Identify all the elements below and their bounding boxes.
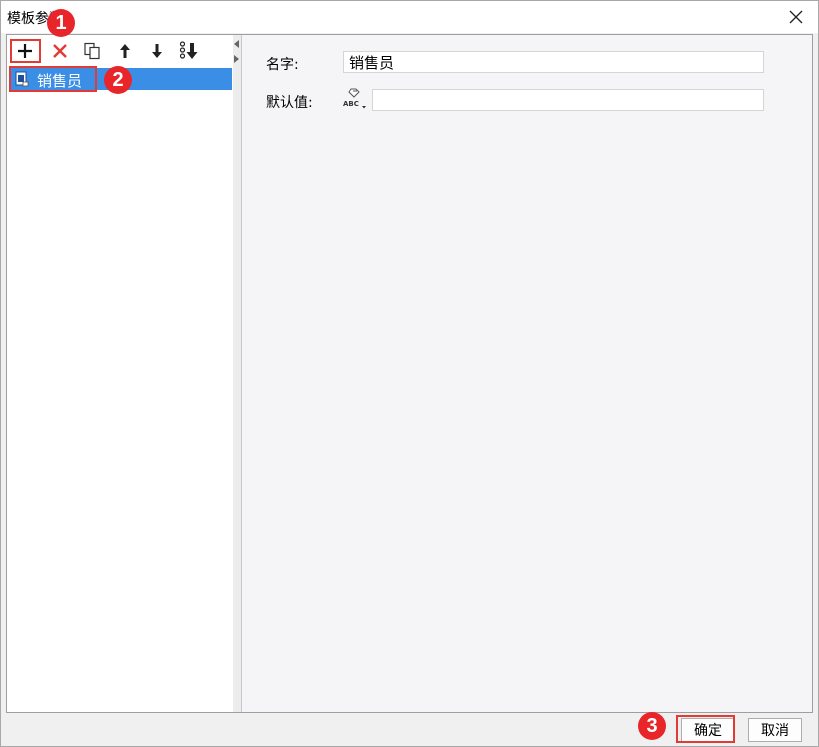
move-down-icon	[152, 44, 162, 58]
move-up-icon	[120, 44, 130, 58]
type-icon-text: ABC	[343, 100, 359, 108]
callout-2: 2	[104, 66, 132, 94]
highlight-tree-item	[9, 66, 97, 92]
value-type-button[interactable]: ABC	[342, 87, 368, 111]
copy-icon	[84, 42, 100, 60]
panel-splitter[interactable]	[233, 35, 242, 712]
callout-1: 1	[47, 9, 75, 37]
name-input[interactable]	[343, 51, 764, 73]
sort-icon	[179, 41, 198, 59]
title-bar: 模板参数	[1, 1, 818, 33]
highlight-add-button	[10, 39, 41, 63]
sort-button[interactable]	[178, 40, 202, 62]
close-button[interactable]	[784, 5, 808, 29]
delete-button[interactable]	[48, 40, 72, 62]
delete-icon	[53, 44, 67, 58]
default-value-label: 默认值:	[266, 95, 313, 111]
default-value-input[interactable]	[372, 89, 764, 111]
collapse-left-icon[interactable]	[234, 40, 239, 48]
template-parameters-dialog: 模板参数 销售员 名字: 销售员 默认值: ABC 确定 取消	[0, 0, 819, 747]
close-icon	[789, 10, 803, 24]
move-up-button[interactable]	[113, 40, 137, 62]
highlight-ok-button	[676, 715, 735, 743]
parameter-list-panel: 销售员	[7, 35, 234, 712]
text-type-icon: ABC	[343, 88, 366, 109]
dialog-content: 销售员 名字: 默认值: ABC	[6, 34, 813, 713]
callout-3: 3	[638, 712, 666, 740]
name-label: 名字:	[266, 57, 299, 73]
expand-right-icon[interactable]	[234, 55, 239, 63]
cancel-button[interactable]: 取消	[748, 718, 802, 742]
move-down-button[interactable]	[145, 40, 169, 62]
copy-button[interactable]	[80, 40, 104, 62]
